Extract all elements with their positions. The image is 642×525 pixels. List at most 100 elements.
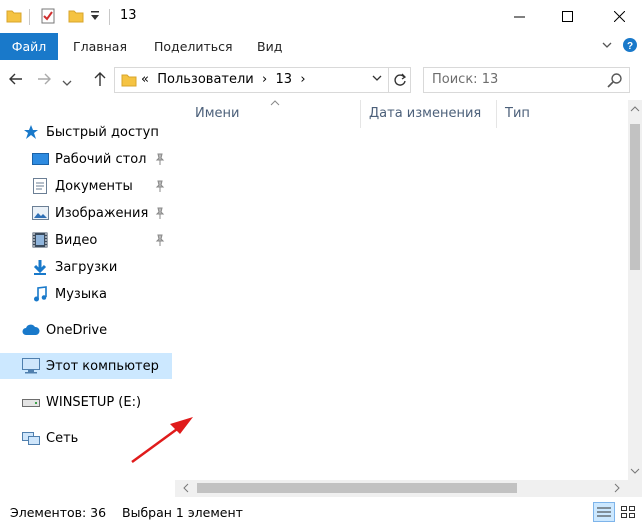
star-icon: [22, 123, 40, 141]
column-header-date[interactable]: Дата изменения: [369, 100, 481, 128]
file-row[interactable]: Cookies 25.12.2017 21:42 Папка с файлами: [189, 143, 629, 167]
file-name[interactable]: главное меню: [218, 358, 368, 373]
breadcrumb-users[interactable]: Пользователи: [157, 72, 254, 87]
sidebar-item-network[interactable]: Сеть: [0, 425, 172, 451]
file-name[interactable]: Application Data: [218, 122, 368, 137]
pin-icon[interactable]: [155, 207, 165, 222]
file-name[interactable]: Local Settings: [218, 169, 368, 184]
horizontal-scrollbar[interactable]: [175, 480, 628, 497]
file-row[interactable]: Local Settings 25.12.2017 21:42 Папка с фа…: [189, 166, 629, 190]
file-row[interactable]: Recent 25.12.2017 21:42 Папка с файлами: [189, 284, 629, 308]
close-button[interactable]: [596, 0, 642, 33]
file-date: 25.12.2017 21:42: [369, 263, 486, 279]
file-row[interactable]: Загрузки 25.12.2017 23:16 Папка с файлами: [189, 402, 629, 426]
search-icon[interactable]: [607, 72, 623, 92]
column-header-name[interactable]: Имени: [195, 100, 239, 128]
file-date: 25.12.2017 21:47: [369, 240, 486, 255]
file-row[interactable]: PrintHood 25.12.2017 21:42 Папка с файлами: [189, 261, 629, 285]
file-name[interactable]: PrintHood: [218, 264, 368, 279]
file-name[interactable]: NetHood: [218, 216, 368, 231]
file-date: 25.12.2017 21:42: [369, 145, 486, 161]
tab-home[interactable]: Главная: [73, 33, 127, 60]
sidebar-item-quick-access[interactable]: Быстрый доступ: [0, 119, 172, 145]
vertical-scroll-thumb[interactable]: [630, 124, 640, 270]
file-date: 25.12.2017 21:42: [369, 287, 486, 303]
file-row[interactable]: главное меню 25.12.2017 21:42 Папка с файл…: [189, 355, 629, 379]
large-icons-view-button[interactable]: [617, 502, 639, 522]
new-folder-icon[interactable]: [68, 8, 84, 28]
maximize-button[interactable]: [544, 0, 590, 33]
drive-icon: [22, 393, 40, 411]
pictures-icon: [31, 204, 49, 222]
sidebar-item-winsetup-drive[interactable]: WINSETUP (E:): [0, 389, 172, 415]
file-name[interactable]: Загрузки: [219, 406, 369, 421]
refresh-button[interactable]: [388, 68, 410, 92]
chevron-down-icon[interactable]: [372, 73, 382, 86]
recent-locations-icon[interactable]: [62, 74, 72, 92]
desktop-icon: [31, 150, 49, 168]
sidebar-item-pictures[interactable]: Изображения: [0, 200, 172, 226]
sidebar-item-documents[interactable]: Документы: [0, 173, 172, 199]
chevron-right-icon[interactable]: ›: [300, 72, 305, 87]
file-row[interactable]: MicrosoftEdgeBacku... 25.12.2017 21:53 Пап…: [189, 190, 629, 214]
file-row[interactable]: Видео 25.12.2017 21:43 Папка с файлами: [189, 331, 629, 355]
help-icon[interactable]: ?: [622, 37, 638, 57]
file-row[interactable]: Избранное 25.12.2017 21:43 Папка с файлами: [189, 426, 629, 450]
file-name[interactable]: Видео: [218, 334, 368, 349]
pin-icon[interactable]: [155, 180, 165, 195]
pin-icon[interactable]: [155, 234, 165, 249]
pin-icon[interactable]: [155, 153, 165, 168]
documents-icon: [31, 177, 49, 195]
navigation-pane: Быстрый доступ Рабочий стол Документы Из…: [0, 100, 174, 498]
sidebar-item-this-pc[interactable]: Этот компьютер: [0, 353, 172, 379]
sidebar-item-label: Документы: [55, 178, 133, 194]
tab-file[interactable]: Файл: [0, 33, 58, 60]
breadcrumb-13[interactable]: 13: [276, 72, 293, 87]
search-input[interactable]: Поиск: 13: [423, 67, 630, 93]
sidebar-item-music[interactable]: Музыка: [0, 281, 172, 307]
file-name[interactable]: Cookies: [218, 146, 368, 161]
file-date: 25.12.2017 21:43: [369, 334, 486, 350]
tab-view[interactable]: Вид: [257, 33, 282, 60]
network-icon: [22, 429, 40, 447]
chevron-right-icon[interactable]: ›: [262, 72, 267, 87]
sidebar-item-desktop[interactable]: Рабочий стол: [0, 146, 172, 172]
file-name[interactable]: Recent: [218, 287, 368, 302]
address-bar[interactable]: « Пользователи › 13 ›: [114, 67, 411, 93]
horizontal-scroll-thumb[interactable]: [197, 483, 517, 493]
minimize-button[interactable]: [496, 0, 542, 33]
title-bar: 13: [0, 0, 642, 33]
customize-toolbar-icon[interactable]: [90, 9, 100, 27]
path-overflow[interactable]: «: [141, 72, 149, 87]
sidebar-item-label: WINSETUP (E:): [46, 394, 142, 410]
vertical-scrollbar[interactable]: [628, 100, 642, 480]
details-view-button[interactable]: [593, 502, 615, 522]
file-name[interactable]: SendTo: [218, 311, 368, 326]
properties-icon[interactable]: [40, 8, 56, 28]
address-path[interactable]: « Пользователи › 13 ›: [141, 72, 306, 87]
tab-share[interactable]: Поделиться: [154, 33, 233, 60]
sidebar-item-video[interactable]: Видео: [0, 227, 172, 253]
file-row[interactable]: SendTo 25.12.2017 21:42 Папка с файлами: [189, 308, 629, 332]
file-name[interactable]: Избранное: [218, 429, 368, 444]
sidebar-item-downloads[interactable]: Загрузки: [0, 254, 172, 280]
expand-ribbon-icon[interactable]: [601, 39, 613, 55]
up-arrow-icon[interactable]: [92, 71, 108, 91]
file-name[interactable]: Изображения: [218, 452, 368, 467]
documents-icon: [195, 382, 213, 400]
file-name[interactable]: MicrosoftEdgeBacku...: [218, 193, 368, 208]
file-name[interactable]: Документы: [218, 382, 368, 397]
back-arrow-icon[interactable]: [8, 71, 24, 91]
forward-arrow-icon[interactable]: [36, 71, 52, 91]
file-row[interactable]: NetHood 25.12.2017 21:42 Папка с файлами: [189, 213, 629, 237]
shortcut-folder-icon: [195, 358, 213, 376]
downloads-icon: [196, 406, 214, 424]
file-row[interactable]: Изображения 25.12.2017 21:45 Папка с файла…: [189, 449, 629, 473]
column-header-type[interactable]: Тип: [505, 100, 530, 128]
file-row[interactable]: Документы 25.12.2017 21:43 Папка с файлами: [189, 379, 629, 403]
sidebar-item-onedrive[interactable]: OneDrive: [0, 317, 172, 343]
file-date: 25.12.2017 21:43: [369, 428, 486, 444]
sidebar-item-label: Видео: [55, 232, 98, 248]
file-row[interactable]: OneDrive 25.12.2017 21:47 Папка с файлами: [189, 237, 629, 261]
file-name[interactable]: OneDrive: [218, 240, 368, 255]
